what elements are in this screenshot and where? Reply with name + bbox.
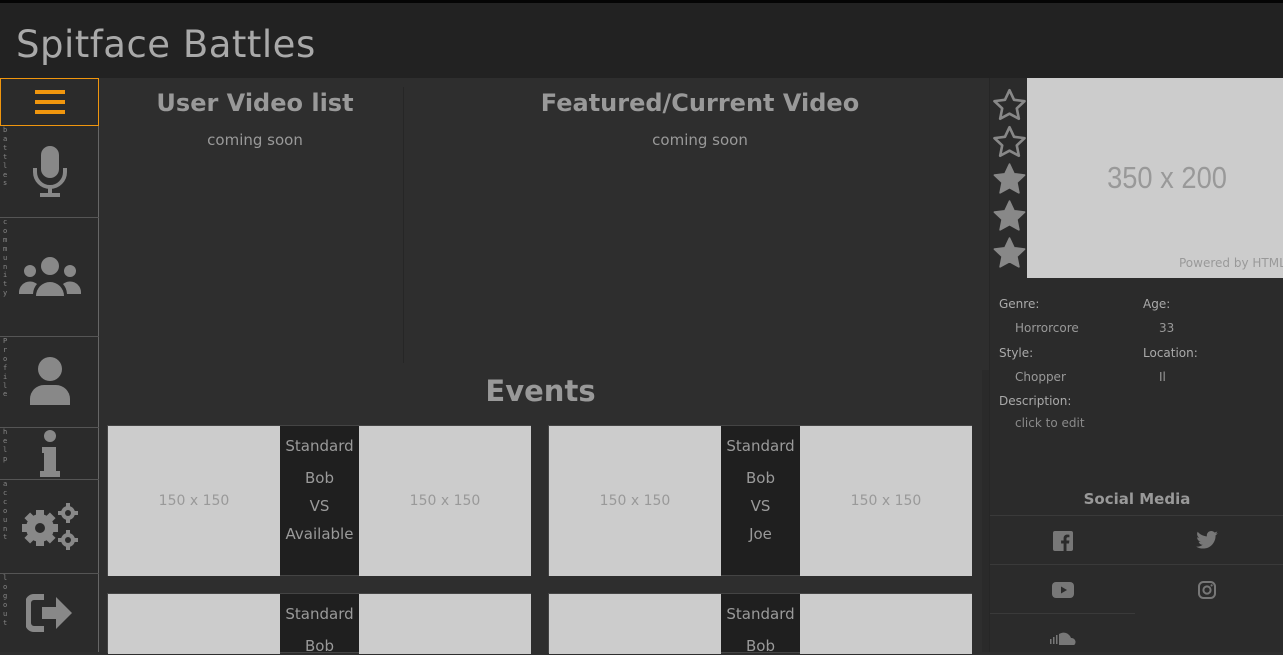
sidebar-item-help[interactable]: help [0, 428, 99, 480]
sidebar-item-logout-label: logout [3, 574, 8, 627]
event-player2: Available [285, 525, 354, 543]
age-value: 33 [1159, 321, 1175, 335]
event-right-image [359, 594, 531, 654]
soundcloud-icon[interactable] [1049, 631, 1077, 645]
event-player1: Bob [746, 469, 775, 487]
event-card[interactable]: Standard Bob [107, 593, 531, 655]
event-card[interactable]: 150 x 150 Standard Bob VS Joe 150 x 150 [548, 425, 972, 576]
header: Spitface Battles [0, 3, 1283, 78]
ad-placeholder: 350 x 200 Powered by HTML.COM [1027, 78, 1283, 278]
featured-video-title: Featured/Current Video [540, 89, 860, 117]
description-edit[interactable]: click to edit [1015, 416, 1085, 430]
star-filled-icon[interactable] [992, 236, 1027, 271]
social-row [990, 515, 1283, 564]
info-icon [39, 429, 60, 477]
event-type: Standard [285, 605, 354, 623]
sidebar-item-community-label: community [3, 218, 8, 298]
genre-label: Genre: [999, 297, 1040, 311]
event-vs: VS [750, 497, 771, 515]
event-type: Standard [726, 605, 795, 623]
event-player1: Bob [305, 469, 334, 487]
style-label: Style: [999, 346, 1034, 360]
sidebar-item-logout[interactable]: logout [0, 574, 99, 652]
column-divider [403, 87, 404, 363]
app-title: Spitface Battles [16, 23, 316, 66]
menu-toggle-button[interactable] [0, 78, 99, 126]
users-icon [18, 257, 81, 296]
genre-value: Horrorcore [1015, 321, 1079, 335]
event-left-image: 150 x 150 [549, 426, 721, 576]
user-icon [29, 357, 70, 405]
event-card[interactable]: Standard Bob [548, 593, 972, 655]
star-outline-icon[interactable] [992, 125, 1027, 160]
hamburger-icon [34, 90, 65, 114]
profile-panel: 350 x 200 Powered by HTML.COM Genre: Hor… [989, 78, 1283, 652]
sidebar-item-help-label: help [3, 428, 8, 463]
social-media-title: Social Media [1083, 490, 1191, 508]
star-outline-icon[interactable] [992, 88, 1027, 123]
twitter-icon[interactable] [1196, 531, 1218, 549]
event-player1: Bob [305, 637, 334, 655]
event-player2: Joe [749, 525, 772, 543]
facebook-icon[interactable] [1053, 531, 1073, 551]
instagram-icon[interactable] [1198, 581, 1216, 599]
age-label: Age: [1143, 297, 1171, 311]
featured-video-subtitle: coming soon [652, 131, 748, 149]
style-value: Chopper [1015, 370, 1066, 384]
event-right-image [800, 594, 972, 654]
event-left-image [108, 594, 280, 654]
youtube-icon[interactable] [1052, 582, 1074, 598]
scrollbar[interactable] [982, 370, 989, 652]
user-video-list-title: User Video list [156, 89, 354, 117]
sidebar-item-profile[interactable]: Profile [0, 337, 99, 428]
social-row [990, 613, 1135, 652]
social-row [990, 564, 1283, 613]
event-left-image: 150 x 150 [108, 426, 280, 576]
sidebar-item-profile-label: Profile [3, 337, 8, 399]
microphone-icon [32, 145, 67, 197]
gears-icon [21, 502, 78, 550]
event-details: Standard Bob [280, 594, 359, 655]
star-filled-icon[interactable] [992, 162, 1027, 197]
ad-size-label: 350 x 200 [1107, 160, 1227, 195]
sidebar-item-battles[interactable]: battles [0, 126, 99, 218]
sidebar-item-account[interactable]: account [0, 480, 99, 574]
star-filled-icon[interactable] [992, 199, 1027, 234]
ad-powered-by: Powered by HTML.COM [1179, 256, 1283, 270]
sign-out-icon [25, 594, 72, 632]
description-label: Description: [999, 394, 1072, 408]
event-details: Standard Bob [721, 594, 800, 655]
sidebar-item-battles-label: battles [3, 126, 8, 188]
event-right-image: 150 x 150 [359, 426, 531, 576]
event-details: Standard Bob VS Joe [721, 426, 800, 576]
event-card[interactable]: 150 x 150 Standard Bob VS Available 150 … [107, 425, 531, 576]
event-type: Standard [285, 437, 354, 455]
user-video-list-subtitle: coming soon [207, 131, 303, 149]
event-details: Standard Bob VS Available [280, 426, 359, 576]
event-type: Standard [726, 437, 795, 455]
location-value: Il [1159, 370, 1166, 384]
event-right-image: 150 x 150 [800, 426, 972, 576]
event-vs: VS [309, 497, 330, 515]
events-title: Events [485, 374, 596, 408]
sidebar-item-account-label: account [3, 480, 8, 542]
location-label: Location: [1143, 346, 1198, 360]
sidebar: battles community Profile help account l… [0, 78, 99, 652]
event-player1: Bob [746, 637, 775, 655]
sidebar-item-community[interactable]: community [0, 218, 99, 337]
event-left-image [549, 594, 721, 654]
